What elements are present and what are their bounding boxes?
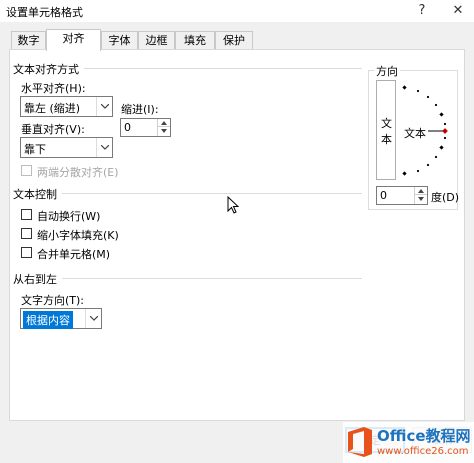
checkbox-box xyxy=(21,209,32,220)
group-divider xyxy=(62,278,362,279)
horizontal-align-value: 靠左 (缩进) xyxy=(24,102,81,115)
checkbox-box xyxy=(21,247,32,258)
text-control-group-label: 文本控制 xyxy=(13,186,57,202)
dial-text: 文本 xyxy=(404,127,426,140)
chevron-down-icon xyxy=(85,309,101,328)
vertical-align-value: 靠下 xyxy=(24,143,46,156)
spin-down-icon[interactable] xyxy=(415,195,427,203)
tab-number[interactable]: 数字 xyxy=(11,31,46,50)
spin-down-icon[interactable] xyxy=(158,127,170,135)
checkbox-box xyxy=(21,165,32,176)
chevron-down-icon xyxy=(96,138,112,157)
shrink-to-fit-label: 缩小字体填充(K) xyxy=(37,229,119,242)
text-direction-value: 根据内容 xyxy=(23,311,73,329)
spin-up-icon[interactable] xyxy=(415,187,427,195)
group-divider xyxy=(62,193,362,194)
office-logo-icon xyxy=(348,427,372,457)
degrees-unit-label: 度(D) xyxy=(431,191,460,204)
tab-protection[interactable]: 保护 xyxy=(215,31,253,50)
vertical-text-char: 文 xyxy=(381,117,392,130)
horizontal-align-select[interactable]: 靠左 (缩进) xyxy=(20,96,113,117)
text-alignment-group-label: 文本对齐方式 xyxy=(13,61,79,77)
watermark-brand: Office教程网 xyxy=(377,427,471,445)
chevron-down-icon xyxy=(96,97,112,116)
orientation-group-label: 方向 xyxy=(374,63,400,79)
degrees-stepper[interactable]: 0 xyxy=(376,186,428,205)
vertical-align-label: 垂直对齐(V): xyxy=(21,123,85,136)
text-direction-select[interactable]: 根据内容 xyxy=(20,308,102,329)
indent-label: 缩进(I): xyxy=(121,103,159,116)
justify-distributed-label: 两端分散对齐(E) xyxy=(37,166,119,179)
vertical-text-char: 本 xyxy=(381,133,392,146)
dialog-title: 设置单元格格式 xyxy=(6,6,83,19)
help-button[interactable]: ? xyxy=(411,2,433,20)
group-divider xyxy=(84,68,362,69)
mouse-cursor-icon xyxy=(227,196,239,214)
tab-font[interactable]: 字体 xyxy=(101,31,138,50)
merge-cells-label: 合并单元格(M) xyxy=(37,248,111,261)
right-to-left-group-label: 从右到左 xyxy=(13,271,57,287)
vertical-text-button[interactable]: 文 本 xyxy=(376,80,396,180)
indent-stepper[interactable]: 0 xyxy=(120,118,171,137)
spin-up-icon[interactable] xyxy=(158,119,170,127)
text-direction-label: 文字方向(T): xyxy=(21,294,85,307)
orientation-dial[interactable]: 文本 xyxy=(398,80,454,180)
horizontal-align-label: 水平对齐(H): xyxy=(21,82,86,95)
stepper-buttons xyxy=(414,187,427,204)
stepper-buttons xyxy=(157,119,170,136)
tab-border[interactable]: 边框 xyxy=(138,31,175,50)
title-bar: 设置单元格格式 ? ✕ xyxy=(0,0,474,22)
watermark: Office教程网 www.office26.com xyxy=(343,422,474,463)
indent-value: 0 xyxy=(124,121,131,134)
close-button[interactable]: ✕ xyxy=(447,2,469,20)
tab-fill[interactable]: 填充 xyxy=(175,31,215,50)
vertical-align-select[interactable]: 靠下 xyxy=(20,137,113,158)
checkbox-box xyxy=(21,228,32,239)
tab-alignment[interactable]: 对齐 xyxy=(46,29,101,51)
wrap-text-label: 自动换行(W) xyxy=(37,210,101,223)
degrees-value: 0 xyxy=(380,189,387,202)
watermark-url: www.office26.com xyxy=(377,446,469,457)
